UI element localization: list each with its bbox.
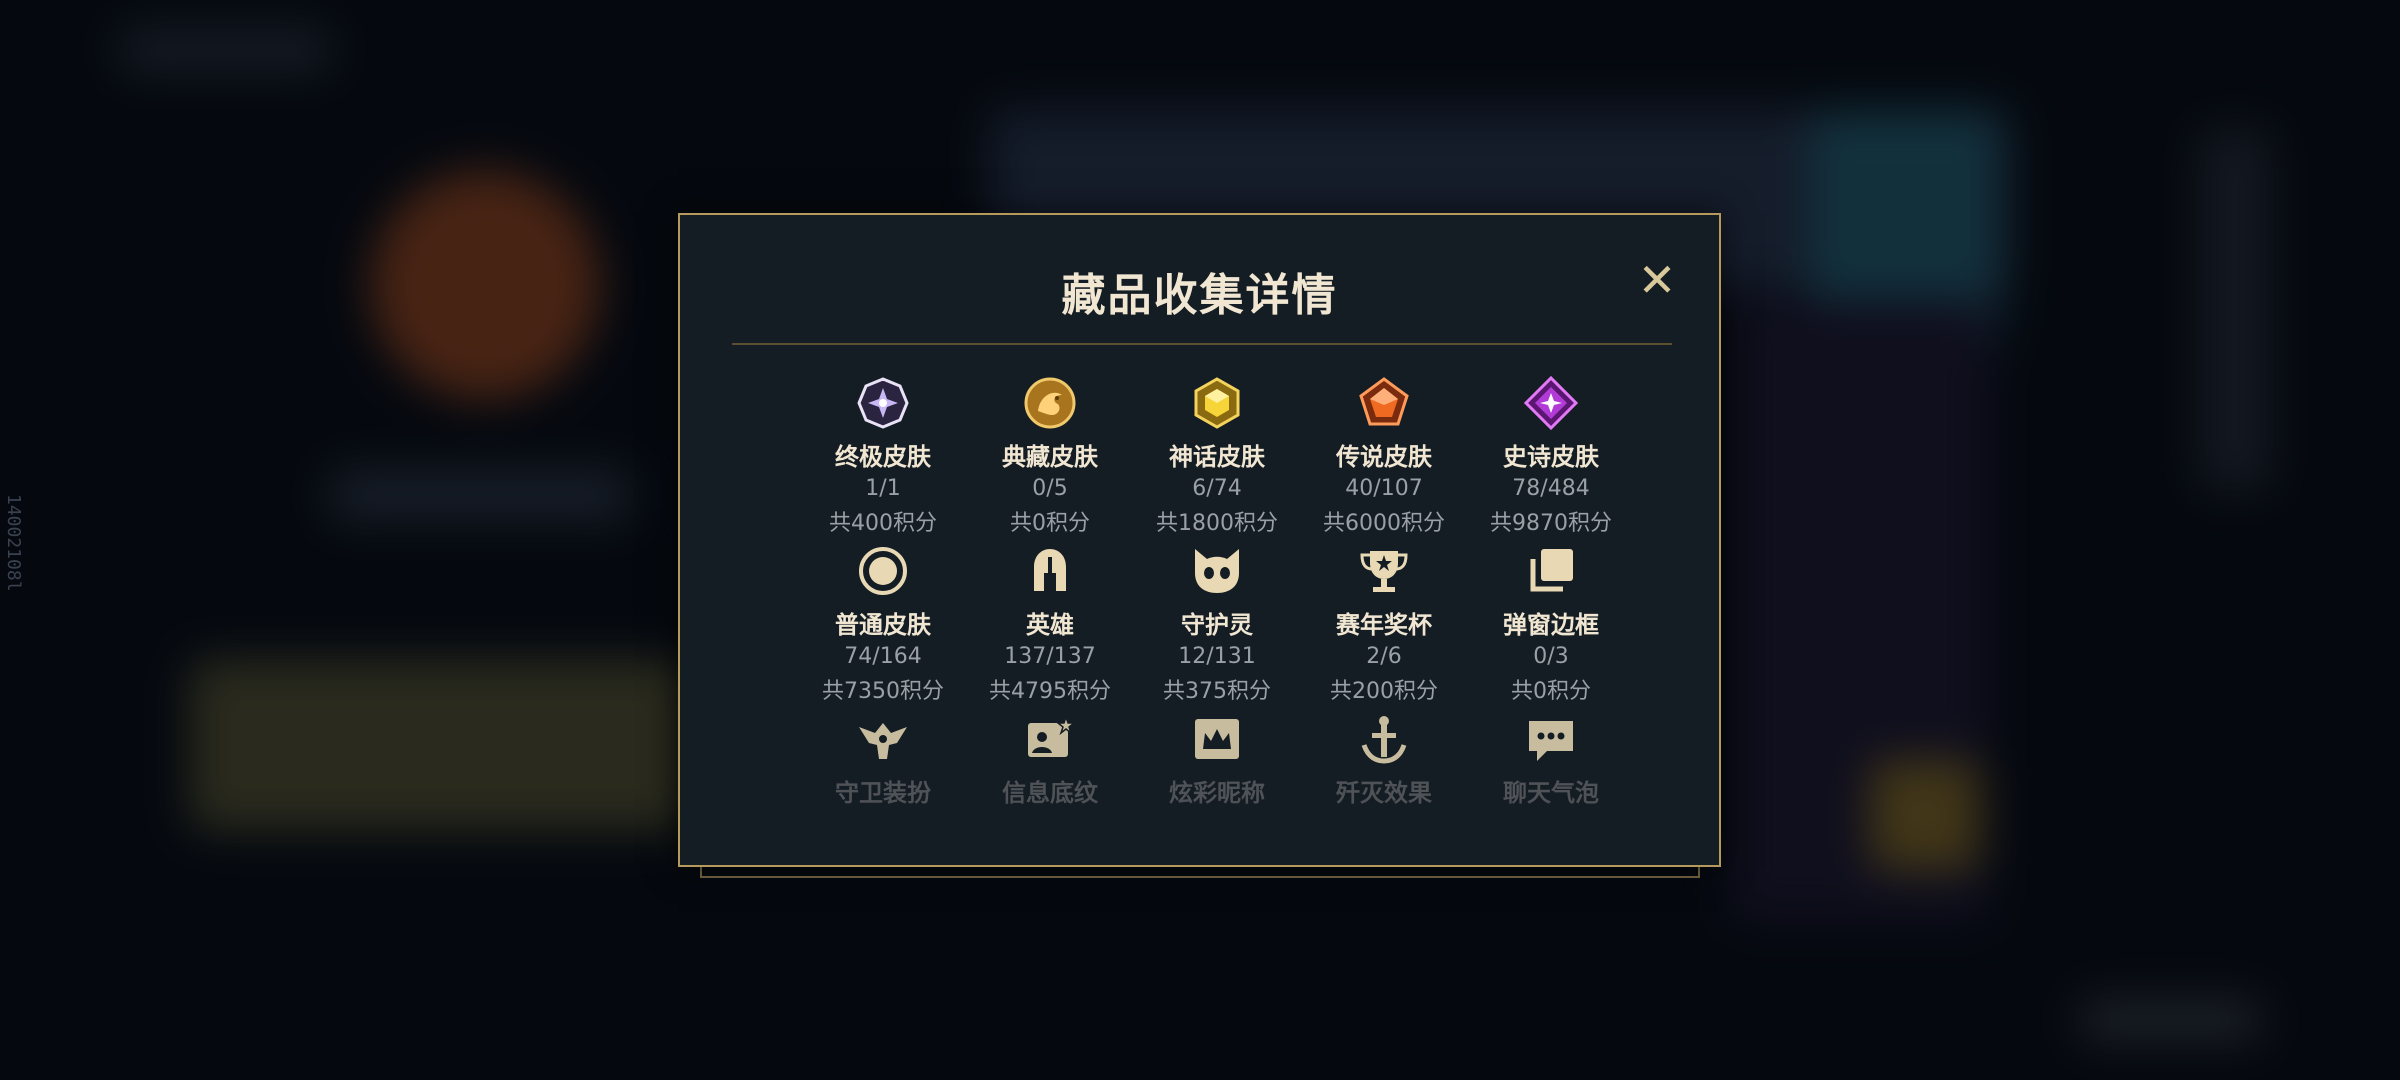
item-points: 共1800积分	[1156, 511, 1278, 536]
collector-skin-icon	[1024, 377, 1076, 429]
item-name: 英雄	[1026, 611, 1074, 639]
epic-skin-icon	[1523, 375, 1579, 431]
collection-item-season-trophy[interactable]: 赛年奖杯 2/6 共200积分	[1299, 543, 1469, 705]
item-count: 40/107	[1345, 476, 1423, 501]
collection-item-mythic-skin[interactable]: 神话皮肤 6/74 共1800积分	[1132, 375, 1302, 537]
collection-item-elimination-effect[interactable]: 歼灭效果	[1299, 711, 1469, 808]
item-name: 传说皮肤	[1336, 443, 1432, 471]
colorful-nickname-icon	[1195, 719, 1239, 759]
standard-skin-icon	[859, 547, 907, 595]
collection-item-collector-skin[interactable]: 典藏皮肤 0/5 共0积分	[965, 375, 1135, 537]
item-count: 0/3	[1533, 644, 1569, 669]
mythic-skin-icon	[1194, 377, 1240, 429]
chat-bubble-icon	[1529, 721, 1573, 761]
collection-item-profile-banner[interactable]: 信息底纹	[965, 711, 1135, 808]
modal-underline-frame	[700, 866, 1700, 878]
profile-banner-icon	[1028, 714, 1077, 757]
item-count: 12/131	[1178, 644, 1256, 669]
item-name: 神话皮肤	[1169, 443, 1265, 471]
item-count: 6/74	[1192, 476, 1242, 501]
side-id-text: 14002108l	[3, 494, 24, 592]
season-trophy-icon	[1360, 551, 1408, 592]
item-points: 共400积分	[829, 511, 937, 536]
legendary-skin-icon	[1359, 377, 1409, 426]
item-points: 共0积分	[1010, 511, 1090, 536]
collection-item-ward-skin[interactable]: 守卫装扮	[798, 711, 968, 808]
collection-item-colorful-nickname[interactable]: 炫彩昵称	[1132, 711, 1302, 808]
close-button[interactable]: ✕	[1632, 255, 1682, 305]
popup-frame-icon	[1530, 549, 1573, 592]
item-name: 赛年奖杯	[1336, 611, 1432, 639]
collection-item-epic-skin[interactable]: 史诗皮肤 78/484 共9870积分	[1466, 375, 1636, 537]
item-count: 1/1	[865, 476, 901, 501]
item-points: 共0积分	[1511, 679, 1591, 704]
item-points: 共7350积分	[822, 679, 944, 704]
item-name: 普通皮肤	[835, 611, 931, 639]
item-points: 共6000积分	[1323, 511, 1445, 536]
item-points: 共375积分	[1163, 679, 1271, 704]
collection-item-standard-skin[interactable]: 普通皮肤 74/164 共7350积分	[798, 543, 968, 705]
ultimate-skin-icon	[857, 377, 909, 429]
modal-title: 藏品收集详情	[1061, 270, 1338, 321]
collection-item-popup-frame[interactable]: 弹窗边框 0/3 共0积分	[1466, 543, 1636, 705]
item-count: 0/5	[1032, 476, 1068, 501]
champion-helmet-icon	[1034, 549, 1066, 591]
ward-skin-icon	[859, 723, 907, 759]
item-count: 74/164	[844, 644, 922, 669]
elimination-effect-icon	[1361, 716, 1407, 764]
item-name: 守护灵	[1181, 611, 1253, 639]
collection-item-ultimate-skin[interactable]: 终极皮肤 1/1 共400积分	[798, 375, 968, 537]
title-divider	[732, 343, 1672, 345]
item-points: 共200积分	[1330, 679, 1438, 704]
collection-details-modal: 藏品收集详情 ✕ 终极皮肤 1/1 共400积分 典藏皮肤 0/5 共0积分 神…	[678, 213, 1721, 867]
item-points: 共4795积分	[989, 679, 1111, 704]
item-name: 弹窗边框	[1503, 611, 1599, 639]
collection-item-guardian-spirit[interactable]: 守护灵 12/131 共375积分	[1132, 543, 1302, 705]
collection-item-champion[interactable]: 英雄 137/137 共4795积分	[965, 543, 1135, 705]
item-name: 史诗皮肤	[1503, 443, 1599, 471]
item-count: 137/137	[1004, 644, 1096, 669]
item-name: 典藏皮肤	[1002, 443, 1098, 471]
scroll-fade-overlay	[720, 800, 1679, 840]
collection-item-legendary-skin[interactable]: 传说皮肤 40/107 共6000积分	[1299, 375, 1469, 537]
item-count: 2/6	[1366, 644, 1402, 669]
item-name: 终极皮肤	[835, 443, 931, 471]
collection-item-chat-bubble[interactable]: 聊天气泡	[1466, 711, 1636, 808]
item-count: 78/484	[1512, 476, 1590, 501]
guardian-spirit-icon	[1195, 549, 1239, 593]
collection-grid: 终极皮肤 1/1 共400积分 典藏皮肤 0/5 共0积分 神话皮肤 6/74 …	[798, 375, 1638, 845]
item-points: 共9870积分	[1490, 511, 1612, 536]
